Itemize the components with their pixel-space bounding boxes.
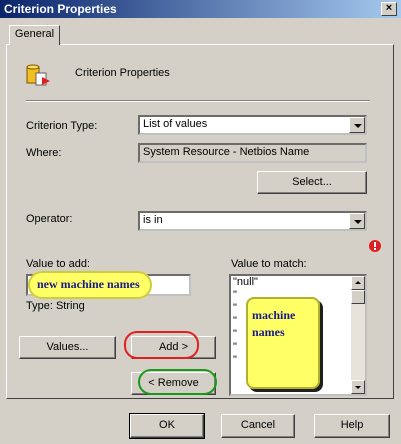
scroll-up-icon[interactable]: [351, 276, 365, 290]
criterion-type-select[interactable]: List of values: [138, 115, 367, 135]
value-to-match-label: Value to match:: [231, 258, 307, 270]
cancel-button[interactable]: Cancel: [221, 414, 295, 438]
operator-select[interactable]: is in: [138, 211, 367, 231]
scroll-thumb[interactable]: [351, 290, 365, 304]
add-highlight-circle: [124, 331, 199, 359]
close-button[interactable]: ×: [381, 2, 397, 16]
where-value: System Resource - Netbios Name: [143, 146, 310, 158]
value-to-add-label: Value to add:: [26, 258, 91, 270]
criterion-type-label: Criterion Type:: [26, 120, 98, 132]
help-button[interactable]: Help: [314, 414, 390, 438]
values-button-label: Values...: [46, 341, 89, 353]
tab-general[interactable]: General: [9, 25, 60, 45]
machine-names-text: machine names: [252, 308, 296, 339]
tab-general-label: General: [14, 28, 55, 40]
chevron-down-icon[interactable]: [349, 117, 365, 133]
list-scrollbar[interactable]: [351, 276, 365, 394]
header-title: Criterion Properties: [75, 67, 170, 79]
select-button-label: Select...: [292, 176, 332, 188]
chevron-down-icon[interactable]: [349, 213, 365, 229]
list-item[interactable]: "null": [231, 276, 365, 289]
criterion-type-value: List of values: [143, 118, 208, 130]
operator-label: Operator:: [26, 213, 73, 225]
window-title: Criterion Properties: [4, 2, 117, 16]
new-machine-names-text: new machine names: [37, 277, 140, 291]
cancel-button-label: Cancel: [240, 419, 276, 431]
new-machine-names-callout: new machine names: [28, 271, 152, 299]
machine-names-callout: machine names: [246, 297, 320, 389]
type-label: Type: String: [26, 300, 85, 312]
help-button-label: Help: [340, 419, 364, 431]
ok-button[interactable]: OK: [130, 414, 204, 438]
operator-value: is in: [143, 214, 163, 226]
where-field: System Resource - Netbios Name: [138, 143, 367, 163]
where-label: Where:: [26, 147, 62, 159]
title-bar: Criterion Properties ×: [0, 0, 401, 18]
ok-button-label: OK: [159, 419, 175, 431]
select-button[interactable]: Select...: [257, 171, 367, 194]
header-separator: [26, 100, 370, 102]
scroll-down-icon[interactable]: [351, 380, 365, 394]
values-button[interactable]: Values...: [19, 336, 116, 359]
warning-icon: [369, 240, 381, 252]
remove-highlight-circle: [138, 369, 217, 395]
criterion-properties-icon: [26, 64, 50, 86]
